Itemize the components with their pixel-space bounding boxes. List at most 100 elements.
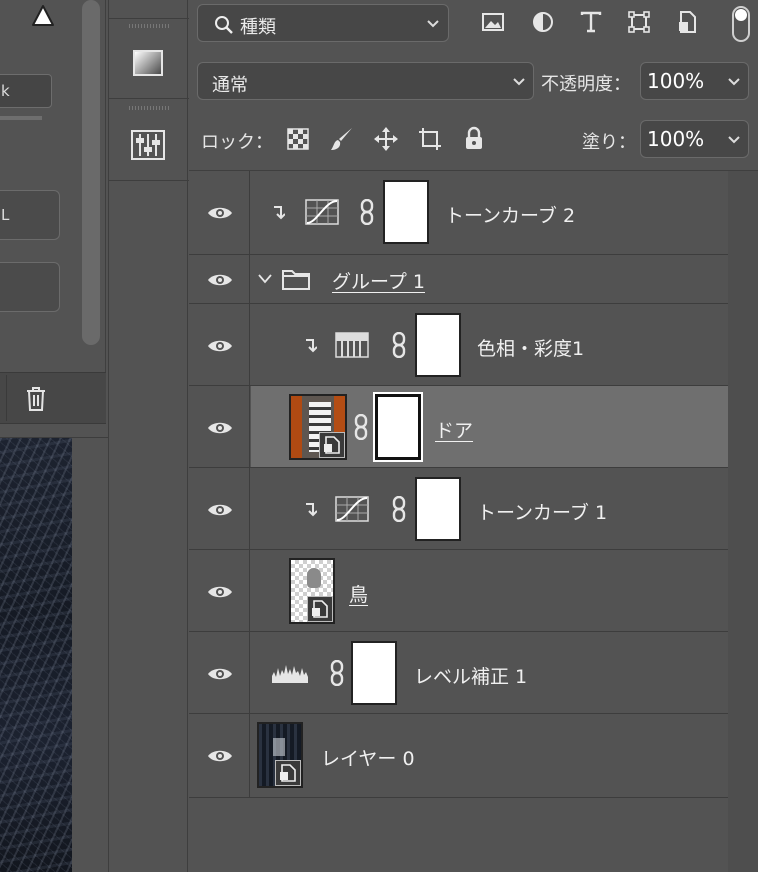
dock-grip[interactable] xyxy=(129,24,169,28)
smart-object-badge-icon xyxy=(275,760,301,786)
lock-image-pixels-icon[interactable] xyxy=(329,126,355,152)
lock-transparent-pixels-icon[interactable] xyxy=(285,126,311,152)
blend-mode-label: 通常 xyxy=(212,75,248,96)
canvas-margin xyxy=(72,438,108,872)
lock-position-icon[interactable] xyxy=(373,126,399,152)
smart-object-filter-icon[interactable] xyxy=(675,10,699,34)
link-chain-icon[interactable] xyxy=(353,414,369,440)
eye-icon[interactable] xyxy=(207,748,233,764)
properties-panel-body: k L xyxy=(0,0,106,372)
type-filter-icon[interactable] xyxy=(579,10,603,34)
layer-row-layer-0[interactable]: レイヤー 0 xyxy=(189,714,728,798)
layer-name[interactable]: トーンカーブ 2 xyxy=(445,201,575,228)
link-chain-icon[interactable] xyxy=(359,199,375,225)
dock-separator xyxy=(109,98,189,99)
layer-name[interactable]: レイヤー 0 xyxy=(321,744,415,771)
layer-mask-thumbnail[interactable] xyxy=(415,477,461,541)
layer-row-hue-saturation-1[interactable]: 色相・彩度1 xyxy=(189,304,728,386)
layer-thumbnail[interactable] xyxy=(289,558,335,624)
search-icon xyxy=(215,16,233,34)
eye-icon[interactable] xyxy=(207,205,233,221)
dock-separator xyxy=(109,18,189,19)
panel-separator xyxy=(0,424,108,438)
fill-dropdown[interactable] xyxy=(719,120,749,158)
visibility-cell xyxy=(189,304,250,385)
layer-row-bird[interactable]: 鳥 xyxy=(189,550,728,632)
lock-all-icon[interactable] xyxy=(461,126,487,152)
adjustment-filter-icon[interactable] xyxy=(531,10,555,34)
eye-icon[interactable] xyxy=(207,502,233,518)
layer-row-tone-curve-2[interactable]: トーンカーブ 2 xyxy=(189,171,728,255)
eye-icon[interactable] xyxy=(207,338,233,354)
filter-type-label: 種類 xyxy=(240,17,276,38)
visibility-cell xyxy=(189,468,250,549)
layer-name[interactable]: トーンカーブ 1 xyxy=(477,498,607,525)
chevron-down-icon[interactable] xyxy=(257,273,273,285)
visibility-cell xyxy=(189,632,250,713)
visibility-cell xyxy=(189,255,250,303)
layer-thumbnail[interactable] xyxy=(289,394,347,460)
levels-icon xyxy=(272,665,308,683)
link-chain-icon[interactable] xyxy=(391,332,407,358)
eye-icon[interactable] xyxy=(207,272,233,288)
layer-row-group-1[interactable]: グループ 1 xyxy=(189,255,728,304)
filter-type-select[interactable]: 種類 xyxy=(197,4,449,42)
eye-icon[interactable] xyxy=(207,420,233,436)
filter-toggle[interactable] xyxy=(732,6,750,42)
clipping-arrow-icon xyxy=(306,503,317,517)
clipping-arrow-icon xyxy=(306,339,317,353)
layer-name[interactable]: グループ 1 xyxy=(332,267,425,294)
document-canvas[interactable] xyxy=(0,438,72,872)
adjustments-panel-icon[interactable] xyxy=(131,130,165,160)
triangle-icon[interactable] xyxy=(30,3,56,29)
visibility-cell xyxy=(189,550,250,631)
chevron-down-icon xyxy=(513,78,525,86)
layer-mask-thumbnail[interactable] xyxy=(415,313,461,377)
layer-row-door[interactable]: ドア xyxy=(189,386,728,468)
layer-name[interactable]: 色相・彩度1 xyxy=(477,334,584,361)
link-chain-icon[interactable] xyxy=(329,660,345,686)
fill-label: 塗り： xyxy=(582,132,636,153)
properties-scrollbar[interactable] xyxy=(82,0,100,345)
slider-track[interactable] xyxy=(0,116,42,120)
layer-mask-thumbnail[interactable] xyxy=(383,180,429,244)
lock-artboard-icon[interactable] xyxy=(417,126,443,152)
gradient-panel-icon[interactable] xyxy=(133,50,163,76)
layer-mask-thumbnail[interactable] xyxy=(373,392,423,462)
property-field[interactable]: k xyxy=(0,74,52,108)
layers-scrollbar-track[interactable] xyxy=(728,171,758,872)
smart-object-badge-icon xyxy=(319,432,345,458)
eye-icon[interactable] xyxy=(207,584,233,600)
properties-footer xyxy=(0,372,106,424)
shape-filter-icon[interactable] xyxy=(627,10,651,34)
layer-row-levels-1[interactable]: レベル補正 1 xyxy=(189,632,728,714)
footer-divider xyxy=(6,375,7,421)
visibility-cell xyxy=(189,171,250,254)
layer-row-tone-curve-1[interactable]: トーンカーブ 1 xyxy=(189,468,728,550)
property-button-1[interactable]: L xyxy=(0,190,60,240)
layer-mask-thumbnail[interactable] xyxy=(351,641,397,705)
dock-grip[interactable] xyxy=(129,106,169,110)
property-button-2[interactable] xyxy=(0,262,60,312)
layers-panel: 種類 通常 不透明度： 100% ロック： 塗り： 100% トーンカーブ 2 … xyxy=(189,0,758,872)
layer-name[interactable]: ドア xyxy=(435,416,473,443)
opacity-input[interactable]: 100% xyxy=(640,62,720,100)
link-chain-icon[interactable] xyxy=(391,496,407,522)
visibility-cell xyxy=(189,386,250,467)
hue-saturation-icon xyxy=(335,332,369,358)
panel-icon-dock xyxy=(108,0,189,872)
layer-name[interactable]: レベル補正 1 xyxy=(414,662,527,689)
layer-name[interactable]: 鳥 xyxy=(349,580,368,607)
eye-icon[interactable] xyxy=(207,666,233,682)
opacity-dropdown[interactable] xyxy=(719,62,749,100)
curves-icon xyxy=(335,496,369,522)
blend-mode-select[interactable]: 通常 xyxy=(197,62,534,100)
fill-input[interactable]: 100% xyxy=(640,120,720,158)
smart-object-badge-icon xyxy=(307,596,333,622)
visibility-cell xyxy=(189,714,250,797)
lock-label: ロック： xyxy=(201,132,273,153)
image-filter-icon[interactable] xyxy=(481,10,505,34)
dock-separator xyxy=(109,180,189,181)
layer-thumbnail[interactable] xyxy=(257,722,303,788)
trash-icon[interactable] xyxy=(24,385,48,413)
